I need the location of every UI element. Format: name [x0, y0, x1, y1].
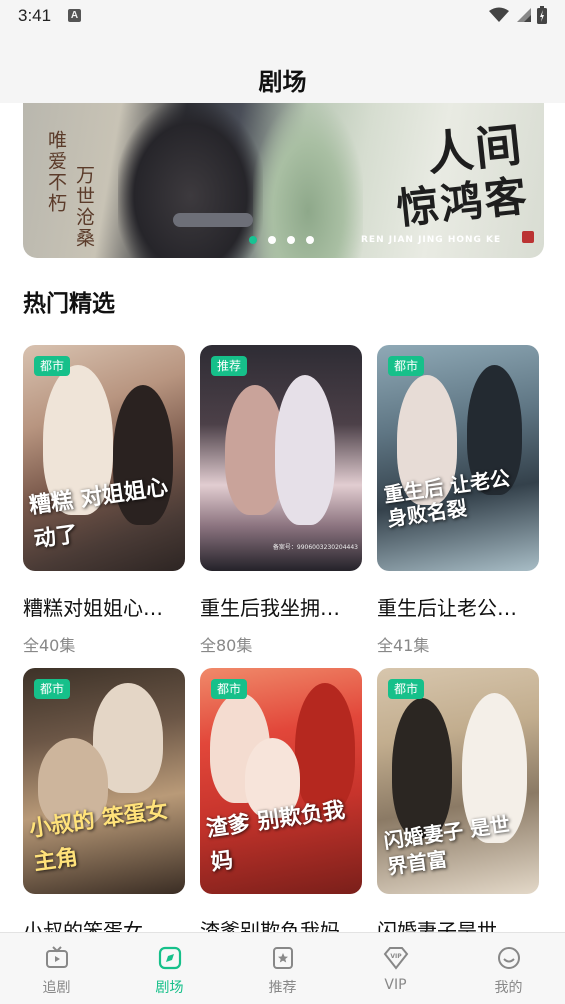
banner-pinyin: REN JIAN JING HONG KE — [361, 235, 502, 245]
genre-tag: 都市 — [34, 679, 71, 699]
banner-belt-decoration — [173, 213, 253, 227]
drama-poster[interactable]: 都市 小叔的 笨蛋女主角 — [23, 668, 185, 894]
drama-card[interactable]: 都市 小叔的 笨蛋女主角 小叔的笨蛋女… — [23, 668, 185, 955]
drama-poster[interactable]: 推荐 备案号：9906003230204443 — [200, 345, 362, 571]
nav-item-mine[interactable]: 我的 — [452, 933, 565, 1004]
nav-label: VIP — [384, 977, 407, 993]
drama-card[interactable]: 都市 重生后 让老公 身败名裂 重生后让老公… 全41集 — [377, 345, 539, 656]
poster-figure — [275, 375, 335, 525]
drama-card[interactable]: 推荐 备案号：9906003230204443 重生后我坐拥… 全80集 — [200, 345, 362, 656]
featured-banner[interactable]: 唯爱不朽 万世沧桑 人间 惊鸿客 REN JIAN JING HONG KE — [23, 103, 544, 258]
banner-seal — [522, 231, 534, 243]
banner-tagline-1: 唯爱不朽 — [45, 130, 67, 214]
banner-figure-right — [253, 103, 363, 258]
drama-card[interactable]: 都市 渣爹 别欺负我妈 渣爹别欺负我妈 — [200, 668, 362, 955]
banner-tagline: 唯爱不朽 万世沧桑 — [43, 125, 103, 255]
section-title: 热门精选 — [23, 291, 115, 317]
genre-tag: 推荐 — [211, 356, 248, 376]
nav-label: 剧场 — [155, 980, 184, 996]
nav-item-vip[interactable]: VIP VIP — [339, 933, 452, 1004]
poster-filing-number: 备案号：9906003230204443 — [272, 544, 358, 551]
episode-count: 全41集 — [377, 636, 430, 655]
page-title: 剧场 — [258, 68, 307, 96]
status-bar: 3:41 A — [0, 0, 565, 34]
drama-poster[interactable]: 都市 闪婚妻子 是世界首富 — [377, 668, 539, 894]
episode-count: 全80集 — [200, 636, 253, 655]
banner-title: 人间 惊鸿客 — [389, 117, 531, 235]
genre-tag: 都市 — [211, 679, 248, 699]
nav-item-theater[interactable]: 剧场 — [113, 933, 226, 1004]
drama-poster[interactable]: 都市 糟糕 对姐姐心动了 — [23, 345, 185, 571]
drama-poster[interactable]: 都市 渣爹 别欺负我妈 — [200, 668, 362, 894]
bottom-navigation: 追剧 剧场 推荐 VIP VIP 我的 — [0, 932, 565, 1004]
drama-card[interactable]: 都市 糟糕 对姐姐心动了 糟糕对姐姐心… 全40集 — [23, 345, 185, 656]
smile-face-icon — [498, 947, 520, 969]
drama-title: 重生后让老公… — [377, 596, 517, 620]
nav-item-recommend[interactable]: 推荐 — [226, 933, 339, 1004]
genre-tag: 都市 — [388, 356, 425, 376]
banner-dot-1[interactable] — [249, 236, 257, 244]
banner-figure-left — [118, 103, 263, 258]
episode-count: 全40集 — [23, 636, 76, 655]
nav-label: 我的 — [494, 980, 523, 996]
battery-icon — [537, 6, 547, 24]
svg-text:VIP: VIP — [390, 953, 402, 960]
wifi-icon — [489, 7, 509, 22]
status-icons — [489, 6, 547, 24]
drama-title: 糟糕对姐姐心… — [23, 596, 163, 620]
banner-pagination — [249, 236, 314, 244]
vip-diamond-icon: VIP — [383, 947, 409, 970]
app-header: 剧场 — [0, 34, 565, 103]
status-time: 3:41 — [18, 6, 52, 25]
drama-title: 重生后我坐拥… — [200, 596, 340, 620]
genre-tag: 都市 — [34, 356, 71, 376]
nav-label: 推荐 — [268, 980, 297, 996]
drama-card[interactable]: 都市 闪婚妻子 是世界首富 闪婚妻子是世… — [377, 668, 539, 955]
banner-dot-3[interactable] — [287, 236, 295, 244]
theater-icon — [158, 946, 182, 970]
drama-poster[interactable]: 都市 重生后 让老公 身败名裂 — [377, 345, 539, 571]
banner-title-line2: 惊鸿客 — [394, 171, 531, 234]
banner-dot-4[interactable] — [306, 236, 314, 244]
nav-label: 追剧 — [42, 980, 71, 996]
notification-a-icon: A — [68, 9, 81, 22]
star-card-icon — [273, 947, 293, 969]
banner-dot-2[interactable] — [268, 236, 276, 244]
tv-icon — [46, 946, 68, 968]
signal-icon — [517, 8, 531, 22]
nav-item-follow[interactable]: 追剧 — [0, 933, 113, 1004]
poster-figure — [392, 698, 452, 838]
poster-caption: 渣爹 别欺负我妈 — [204, 797, 347, 876]
genre-tag: 都市 — [388, 679, 425, 699]
banner-tagline-2: 万世沧桑 — [73, 165, 95, 249]
